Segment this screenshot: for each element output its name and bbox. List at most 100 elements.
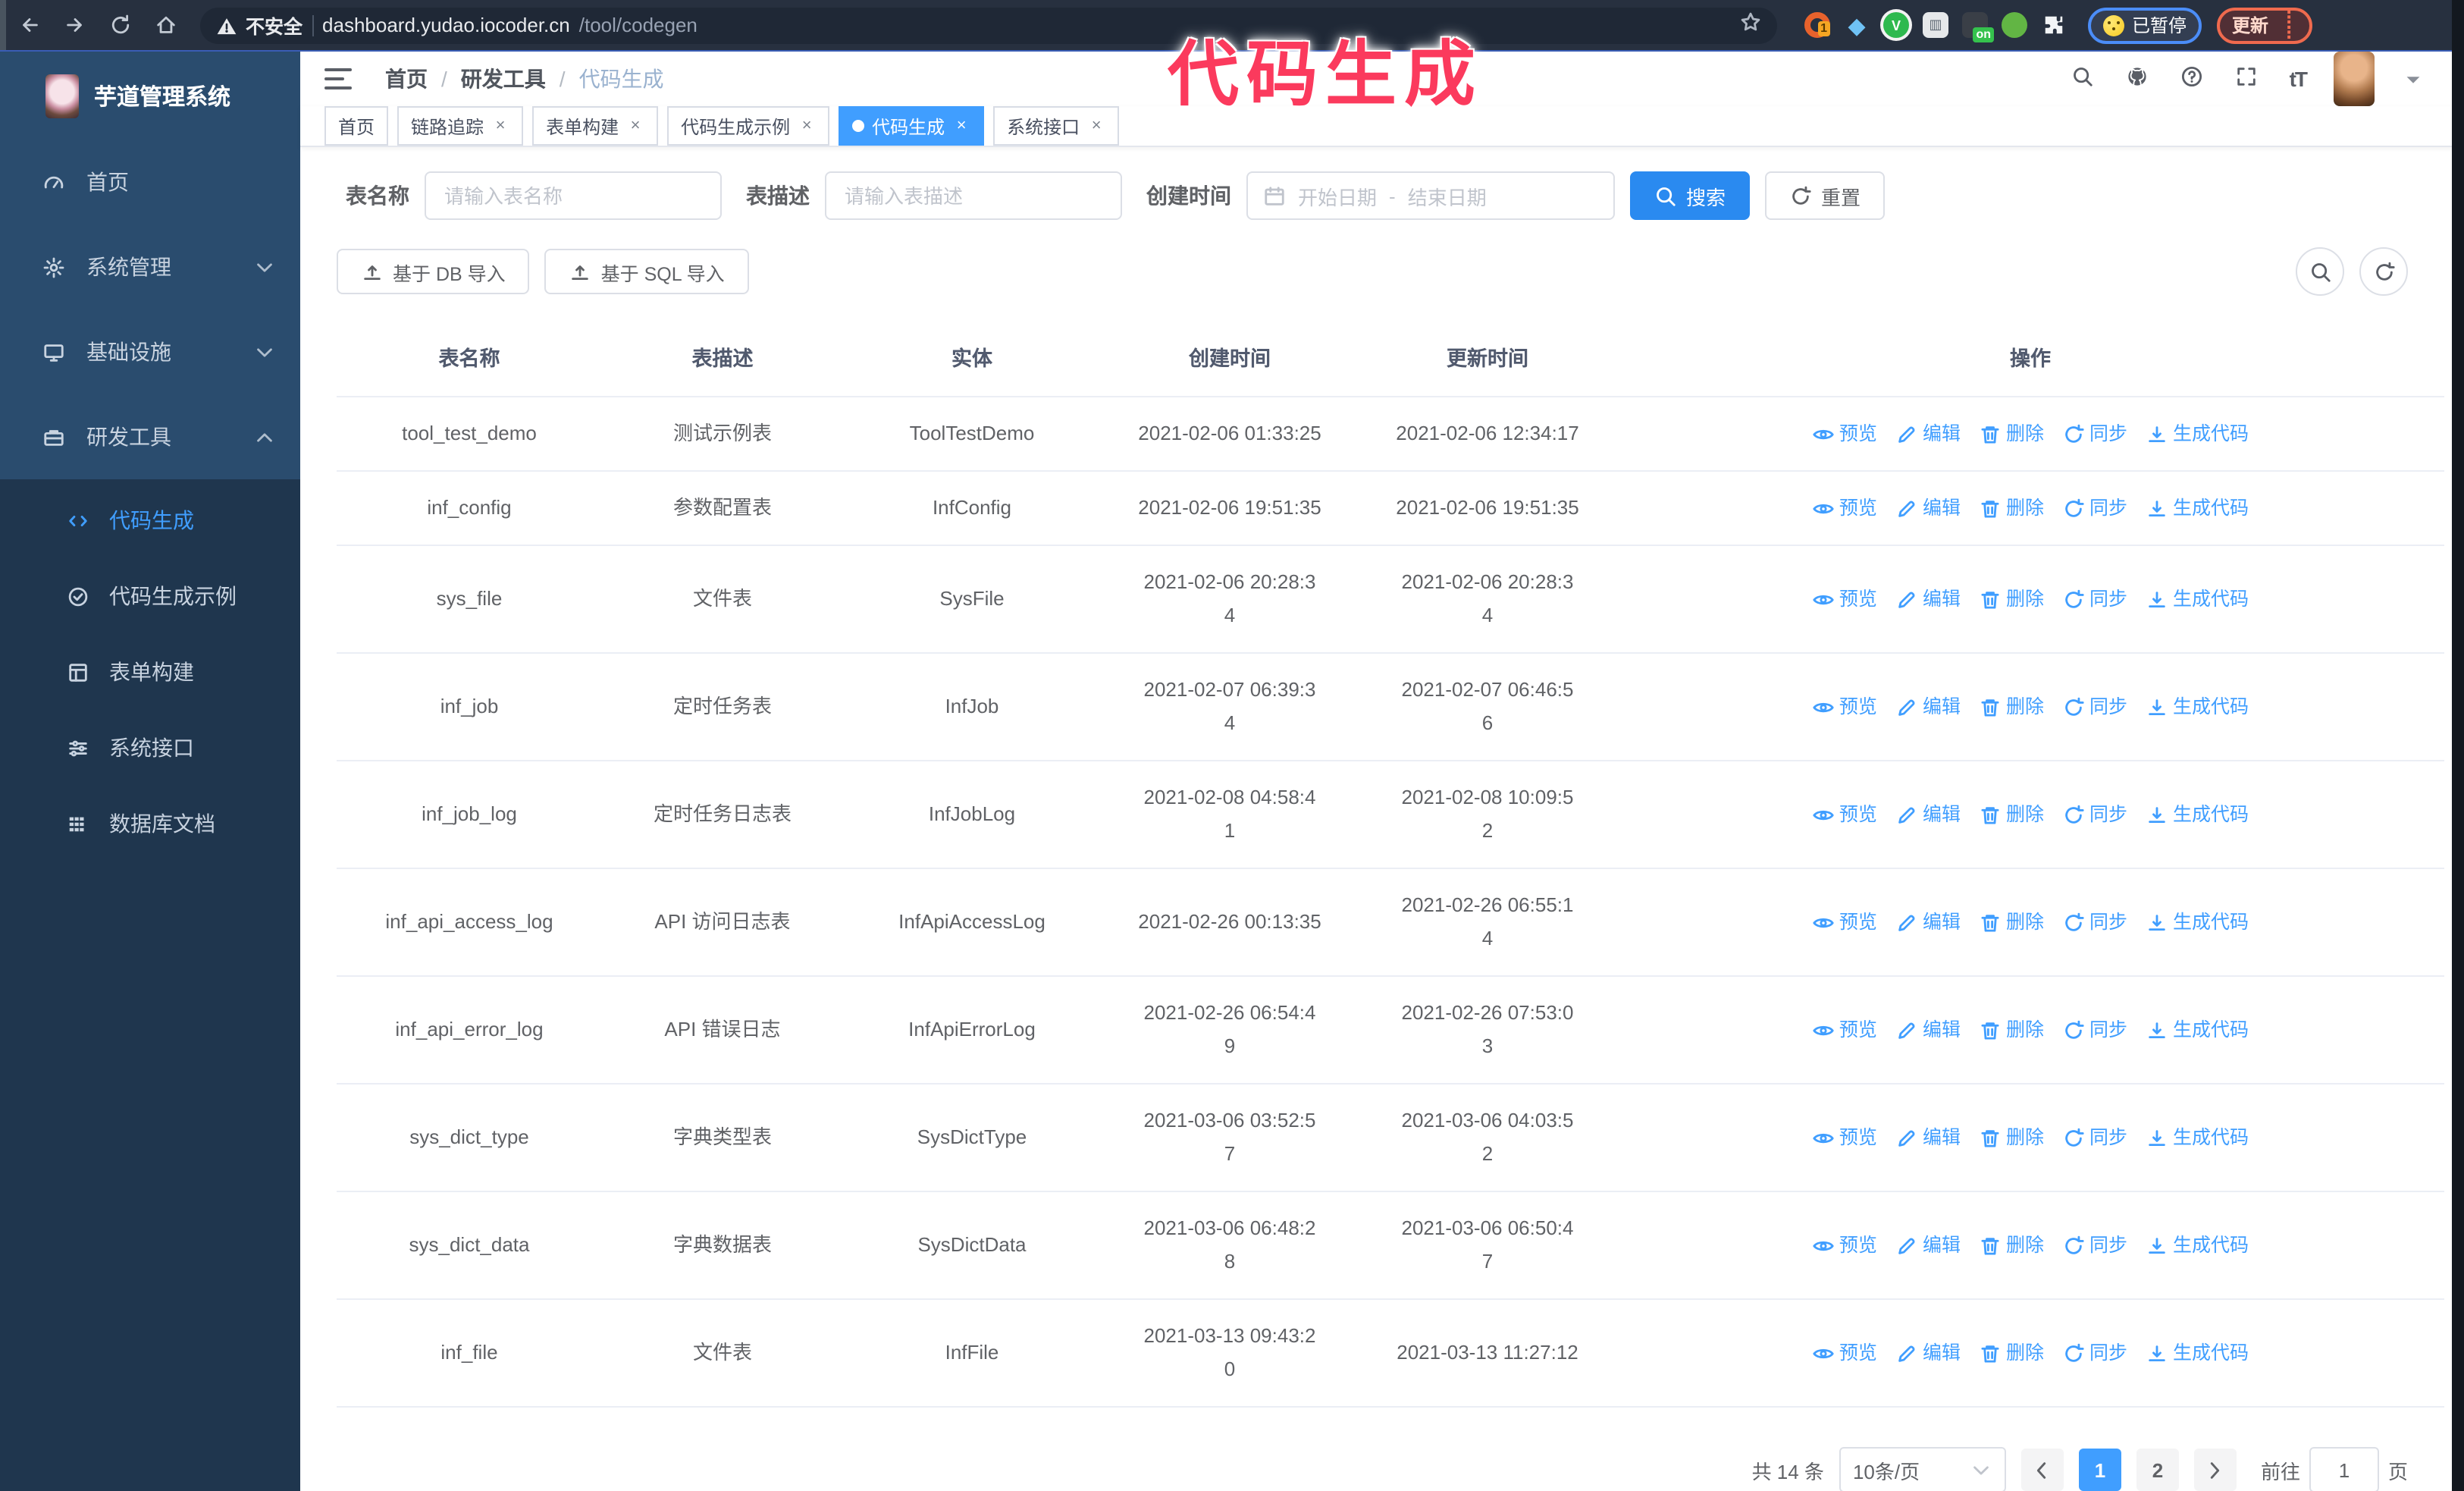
edit-link[interactable]: 编辑 xyxy=(1895,1013,1961,1047)
import-sql-button[interactable]: 基于 SQL 导入 xyxy=(544,249,749,294)
date-range-picker[interactable]: 开始日期 - 结束日期 xyxy=(1246,171,1615,220)
sync-link[interactable]: 同步 xyxy=(2062,1229,2127,1262)
sync-link[interactable]: 同步 xyxy=(2062,1336,2127,1370)
page-button-1[interactable]: 1 xyxy=(2078,1449,2121,1491)
tab-close-icon[interactable]: × xyxy=(626,117,644,135)
sidebar-item-system[interactable]: 系统管理 xyxy=(0,224,300,309)
extensions-puzzle-icon[interactable] xyxy=(2041,12,2067,38)
extension-icon[interactable] xyxy=(2002,12,2027,38)
delete-link[interactable]: 删除 xyxy=(1979,1336,2044,1370)
extension-icon[interactable]: on xyxy=(1962,12,1994,42)
tab-tracing[interactable]: 链路追踪 × xyxy=(397,106,524,146)
delete-link[interactable]: 删除 xyxy=(1979,1229,2044,1262)
sync-link[interactable]: 同步 xyxy=(2062,491,2127,525)
hamburger-icon[interactable] xyxy=(324,68,352,89)
edit-link[interactable]: 编辑 xyxy=(1895,1336,1961,1370)
preview-link[interactable]: 预览 xyxy=(1812,1336,1877,1370)
delete-link[interactable]: 删除 xyxy=(1979,417,2044,450)
tab-form-builder[interactable]: 表单构建 × xyxy=(532,106,659,146)
sidebar-item-home[interactable]: 首页 xyxy=(0,140,300,224)
preview-link[interactable]: 预览 xyxy=(1812,417,1877,450)
generate-code-link[interactable]: 生成代码 xyxy=(2146,1229,2249,1262)
preview-link[interactable]: 预览 xyxy=(1812,491,1877,525)
browser-menu-icon[interactable]: ⋮ ⋮ xyxy=(2281,9,2297,41)
refresh-button[interactable] xyxy=(2359,247,2408,296)
edit-link[interactable]: 编辑 xyxy=(1895,582,1961,616)
sync-link[interactable]: 同步 xyxy=(2062,798,2127,831)
tab-system-api[interactable]: 系统接口 × xyxy=(993,106,1120,146)
generate-code-link[interactable]: 生成代码 xyxy=(2146,1121,2249,1154)
avatar[interactable] xyxy=(2334,52,2375,106)
extension-icon[interactable]: ◆ xyxy=(1844,12,1870,39)
sidebar-item-codegen-example[interactable]: 代码生成示例 xyxy=(0,558,300,634)
edit-link[interactable]: 编辑 xyxy=(1895,906,1961,939)
preview-link[interactable]: 预览 xyxy=(1812,798,1877,831)
edit-link[interactable]: 编辑 xyxy=(1895,1121,1961,1154)
goto-page-input[interactable] xyxy=(2309,1447,2379,1491)
app-logo[interactable]: 芋道管理系统 xyxy=(0,52,300,140)
edit-link[interactable]: 编辑 xyxy=(1895,690,1961,724)
profile-paused-pill[interactable]: 已暂停 xyxy=(2088,7,2202,43)
extension-icon[interactable]: V xyxy=(1883,12,1909,38)
extension-icon[interactable]: ▥ xyxy=(1923,12,1948,38)
edit-link[interactable]: 编辑 xyxy=(1895,491,1961,525)
generate-code-link[interactable]: 生成代码 xyxy=(2146,690,2249,724)
sync-link[interactable]: 同步 xyxy=(2062,690,2127,724)
prev-page-button[interactable] xyxy=(2020,1449,2064,1491)
chevron-down-icon[interactable] xyxy=(2402,67,2425,90)
next-page-button[interactable] xyxy=(2193,1449,2237,1491)
tab-close-icon[interactable]: × xyxy=(952,117,970,135)
delete-link[interactable]: 删除 xyxy=(1979,798,2044,831)
sidebar-item-db-doc[interactable]: 数据库文档 xyxy=(0,786,300,862)
fullscreen-icon[interactable] xyxy=(2235,65,2262,93)
delete-link[interactable]: 删除 xyxy=(1979,491,2044,525)
forward-icon[interactable] xyxy=(52,7,97,43)
generate-code-link[interactable]: 生成代码 xyxy=(2146,798,2249,831)
help-icon[interactable] xyxy=(2180,65,2208,93)
tab-home[interactable]: 首页 xyxy=(324,106,389,146)
reset-button[interactable]: 重置 xyxy=(1765,171,1886,220)
import-db-button[interactable]: 基于 DB 导入 xyxy=(337,249,530,294)
home-icon[interactable] xyxy=(143,7,188,43)
preview-link[interactable]: 预览 xyxy=(1812,582,1877,616)
tab-close-icon[interactable]: × xyxy=(1087,117,1105,135)
edit-link[interactable]: 编辑 xyxy=(1895,1229,1961,1262)
generate-code-link[interactable]: 生成代码 xyxy=(2146,1013,2249,1047)
delete-link[interactable]: 删除 xyxy=(1979,690,2044,724)
sidebar-item-infra[interactable]: 基础设施 xyxy=(0,309,300,394)
delete-link[interactable]: 删除 xyxy=(1979,1121,2044,1154)
preview-link[interactable]: 预览 xyxy=(1812,1013,1877,1047)
github-icon[interactable] xyxy=(2126,65,2153,93)
sync-link[interactable]: 同步 xyxy=(2062,1013,2127,1047)
sync-link[interactable]: 同步 xyxy=(2062,1121,2127,1154)
tab-close-icon[interactable]: × xyxy=(491,117,509,135)
address-bar[interactable]: 不安全 dashboard.yudao.iocoder.cn/tool/code… xyxy=(200,7,1777,43)
sync-link[interactable]: 同步 xyxy=(2062,906,2127,939)
generate-code-link[interactable]: 生成代码 xyxy=(2146,582,2249,616)
generate-code-link[interactable]: 生成代码 xyxy=(2146,1336,2249,1370)
preview-link[interactable]: 预览 xyxy=(1812,690,1877,724)
extension-icon[interactable]: 1 xyxy=(1804,12,1830,38)
edit-link[interactable]: 编辑 xyxy=(1895,798,1961,831)
sidebar-item-system-api[interactable]: 系统接口 xyxy=(0,710,300,786)
scrollbar[interactable] xyxy=(2452,0,2464,1491)
sidebar-item-form-builder[interactable]: 表单构建 xyxy=(0,634,300,710)
generate-code-link[interactable]: 生成代码 xyxy=(2146,417,2249,450)
preview-link[interactable]: 预览 xyxy=(1812,906,1877,939)
bookmark-star-icon[interactable] xyxy=(1739,10,1762,40)
reload-icon[interactable] xyxy=(97,7,143,43)
page-size-select[interactable]: 10条/页 xyxy=(1839,1447,2006,1491)
toggle-search-button[interactable] xyxy=(2296,247,2344,296)
delete-link[interactable]: 删除 xyxy=(1979,1013,2044,1047)
tab-codegen[interactable]: 代码生成 × xyxy=(839,106,985,146)
delete-link[interactable]: 删除 xyxy=(1979,906,2044,939)
generate-code-link[interactable]: 生成代码 xyxy=(2146,491,2249,525)
table-name-input[interactable] xyxy=(425,171,722,220)
sidebar-item-codegen[interactable]: 代码生成 xyxy=(0,482,300,558)
table-desc-input[interactable] xyxy=(825,171,1122,220)
generate-code-link[interactable]: 生成代码 xyxy=(2146,906,2249,939)
sync-link[interactable]: 同步 xyxy=(2062,582,2127,616)
preview-link[interactable]: 预览 xyxy=(1812,1121,1877,1154)
font-size-icon[interactable]: tT xyxy=(2290,67,2308,91)
search-icon[interactable] xyxy=(2071,65,2099,93)
